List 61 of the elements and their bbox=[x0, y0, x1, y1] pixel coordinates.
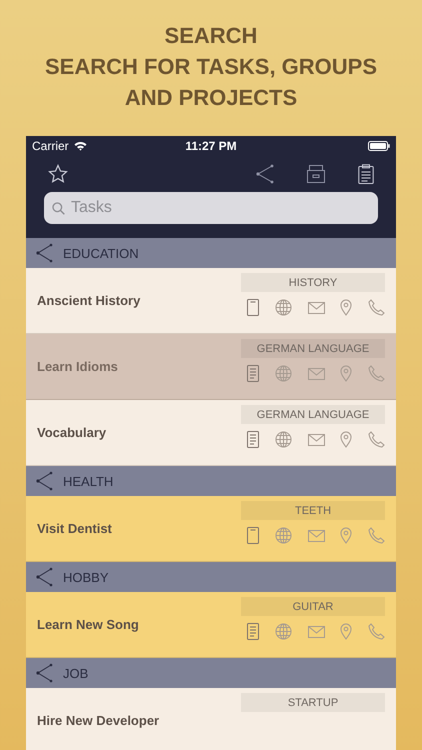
task-row[interactable]: Learn New Song GUITAR bbox=[26, 592, 396, 658]
location-pin-icon[interactable] bbox=[340, 527, 352, 544]
globe-icon[interactable] bbox=[274, 431, 292, 448]
globe-icon[interactable] bbox=[274, 365, 292, 382]
wifi-icon bbox=[74, 140, 87, 150]
envelope-icon[interactable] bbox=[308, 530, 324, 542]
phone-icon[interactable] bbox=[368, 623, 385, 640]
task-title: Vocabulary bbox=[37, 425, 106, 440]
envelope-icon[interactable] bbox=[308, 302, 324, 314]
group-header[interactable]: EDUCATION bbox=[26, 238, 396, 268]
search-icon bbox=[52, 202, 65, 215]
star-icon[interactable] bbox=[48, 164, 68, 184]
task-title: Learn Idioms bbox=[37, 359, 118, 374]
globe-icon[interactable] bbox=[274, 299, 292, 316]
phone-device-icon[interactable] bbox=[247, 527, 259, 544]
task-title: Visit Dentist bbox=[37, 521, 112, 536]
location-pin-icon[interactable] bbox=[340, 299, 352, 316]
headline-text: SEARCH bbox=[164, 22, 258, 50]
search-field[interactable]: Tasks bbox=[44, 192, 378, 224]
document-icon[interactable] bbox=[247, 431, 259, 448]
task-row[interactable]: Visit Dentist TEETH bbox=[26, 496, 396, 562]
headline-text: AND PROJECTS bbox=[124, 84, 298, 112]
globe-icon[interactable] bbox=[274, 527, 292, 544]
task-row[interactable]: Learn Idioms GERMAN LANGUAGE bbox=[26, 334, 396, 400]
share-icon bbox=[36, 663, 53, 683]
envelope-icon[interactable] bbox=[308, 626, 324, 638]
group-header[interactable]: HOBBY bbox=[26, 562, 396, 592]
task-title: Anscient History bbox=[37, 293, 140, 308]
task-title: Hire New Developer bbox=[37, 713, 160, 728]
document-icon[interactable] bbox=[247, 365, 259, 382]
envelope-icon[interactable] bbox=[308, 368, 324, 380]
phone-icon[interactable] bbox=[368, 527, 385, 544]
tag-label: TEETH bbox=[241, 501, 385, 520]
share-icon[interactable] bbox=[256, 164, 274, 184]
phone-icon[interactable] bbox=[368, 431, 385, 448]
clipboard-icon[interactable] bbox=[358, 164, 374, 184]
task-title: Learn New Song bbox=[37, 617, 139, 632]
battery-icon bbox=[368, 140, 390, 150]
archive-icon[interactable] bbox=[306, 164, 326, 184]
clock-time: 11:27 PM bbox=[185, 138, 237, 152]
group-header[interactable]: JOB bbox=[26, 658, 396, 688]
group-header[interactable]: HEALTH bbox=[26, 466, 396, 496]
tag-label: GUITAR bbox=[241, 597, 385, 616]
location-pin-icon[interactable] bbox=[340, 431, 352, 448]
phone-device-icon[interactable] bbox=[247, 299, 259, 316]
tag-label: STARTUP bbox=[241, 693, 385, 712]
phone-icon[interactable] bbox=[368, 299, 385, 316]
headline-text: SEARCH FOR TASKS, GROUPS bbox=[44, 53, 378, 81]
envelope-icon[interactable] bbox=[308, 434, 324, 446]
tag-label: HISTORY bbox=[241, 273, 385, 292]
share-icon bbox=[36, 243, 53, 263]
phone-icon[interactable] bbox=[368, 365, 385, 382]
tag-label: GERMAN LANGUAGE bbox=[241, 405, 385, 424]
globe-icon[interactable] bbox=[274, 623, 292, 640]
location-pin-icon[interactable] bbox=[340, 623, 352, 640]
share-icon bbox=[36, 567, 53, 587]
document-icon[interactable] bbox=[247, 623, 259, 640]
location-pin-icon[interactable] bbox=[340, 365, 352, 382]
share-icon bbox=[36, 471, 53, 491]
tag-label: GERMAN LANGUAGE bbox=[241, 339, 385, 358]
carrier-label: Carrier bbox=[32, 138, 69, 152]
